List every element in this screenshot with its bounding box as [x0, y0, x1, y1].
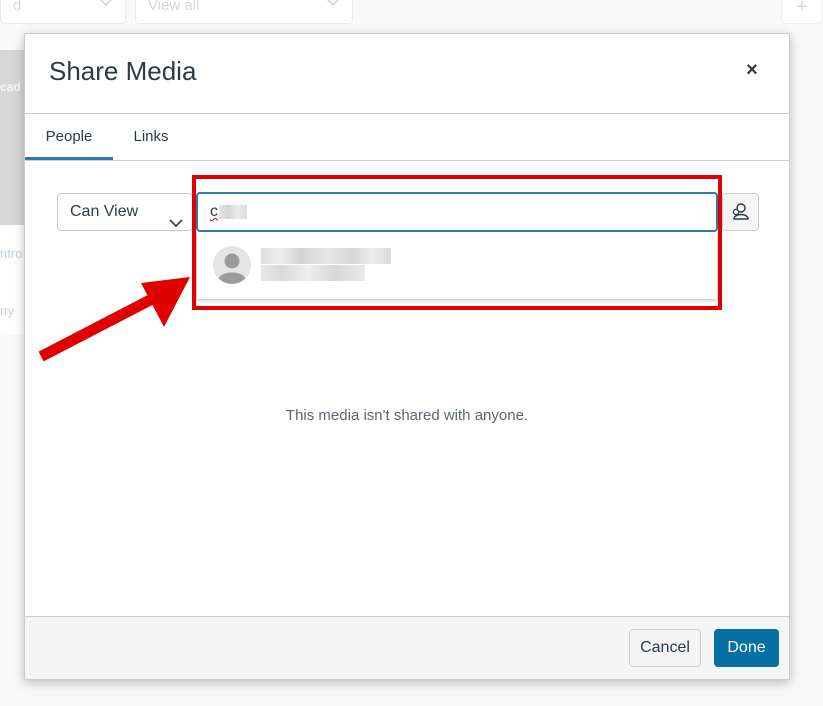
tab-list: People Links: [25, 114, 789, 161]
close-icon[interactable]: ×: [741, 59, 763, 81]
tab-links[interactable]: Links: [113, 114, 189, 160]
share-media-dialog: Share Media × People Links Can View c Th…: [24, 33, 790, 680]
permission-select[interactable]: Can View: [57, 193, 193, 231]
done-button[interactable]: Done: [714, 629, 779, 667]
users-icon: [732, 203, 749, 220]
dialog-footer: Cancel Done: [25, 616, 789, 679]
user-search-button[interactable]: [722, 193, 759, 231]
annotation-highlight-box: [192, 175, 722, 310]
permission-value: Can View: [70, 203, 139, 220]
cancel-button[interactable]: Cancel: [629, 629, 701, 667]
dialog-title: Share Media: [49, 56, 197, 86]
tab-people[interactable]: People: [25, 114, 113, 160]
empty-share-message: This media isn't shared with anyone.: [285, 407, 529, 424]
chevron-down-icon: [169, 206, 183, 228]
dialog-header: Share Media ×: [25, 34, 789, 114]
